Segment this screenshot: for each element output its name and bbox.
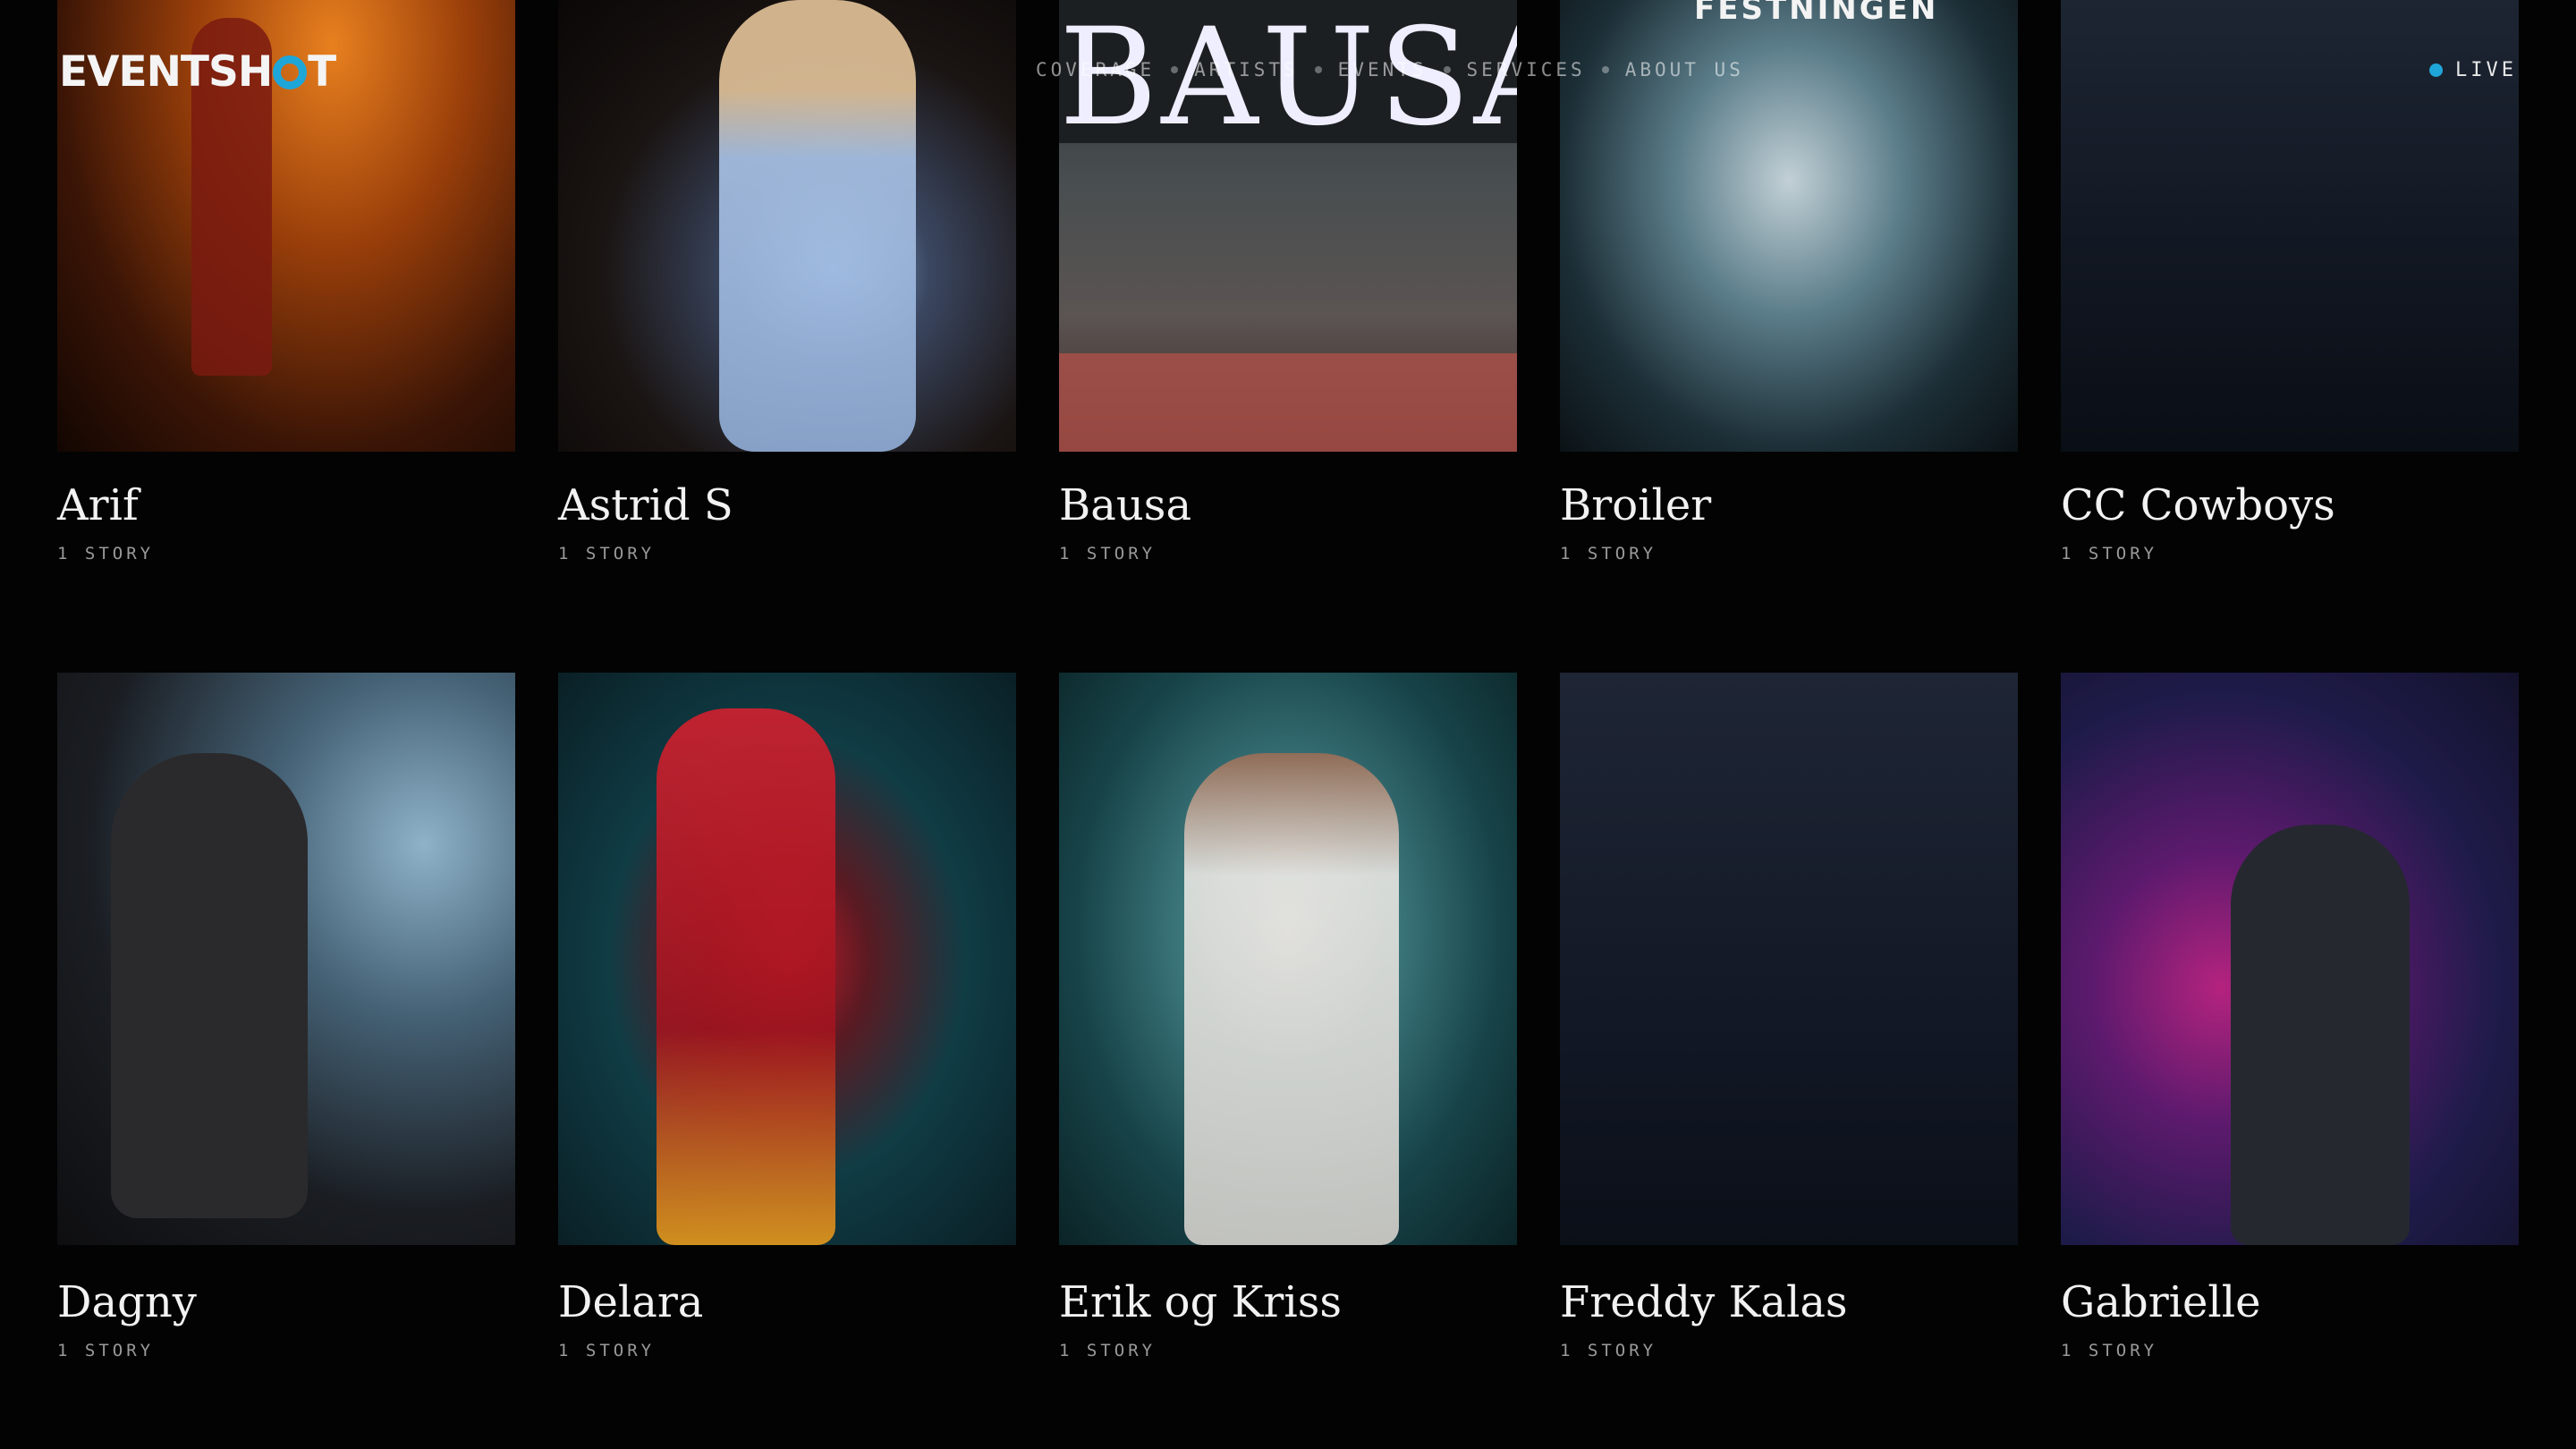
nav-separator	[1314, 66, 1322, 73]
main-nav: COVERAGE ARTISTS EVENTS SERVICES ABOUT U…	[1036, 59, 1744, 80]
logo-text-start: EVENTSH	[59, 47, 273, 97]
artist-card-dagny[interactable]: Dagny 1 STORY	[57, 673, 515, 1360]
stage-floor	[1059, 353, 1517, 452]
live-label: LIVE	[2455, 59, 2517, 81]
story-count: 1 STORY	[1059, 543, 1157, 564]
story-count: 1 STORY	[558, 543, 656, 564]
artist-name: Arif	[57, 480, 139, 530]
nav-artists[interactable]: ARTISTS	[1194, 59, 1299, 80]
artist-name: Delara	[558, 1277, 704, 1327]
performer-silhouette	[111, 753, 308, 1218]
performer-silhouette	[2231, 825, 2410, 1245]
artist-name: Gabrielle	[2061, 1277, 2261, 1327]
artist-name: Erik og Kriss	[1059, 1277, 1342, 1327]
performer-silhouette	[1184, 753, 1399, 1245]
logo-o-mark-icon	[273, 55, 308, 89]
performer-silhouette	[657, 708, 835, 1245]
artist-name: CC Cowboys	[2061, 480, 2335, 530]
live-indicator[interactable]: LIVE	[2429, 59, 2517, 81]
nav-separator	[1443, 66, 1451, 73]
story-count: 1 STORY	[1059, 1340, 1157, 1360]
story-count: 1 STORY	[558, 1340, 656, 1360]
logo-text-end: T	[308, 47, 336, 97]
artist-photo	[1059, 673, 1517, 1245]
artist-name: Dagny	[57, 1277, 197, 1327]
nav-coverage[interactable]: COVERAGE	[1036, 59, 1155, 80]
artist-name: Broiler	[1560, 480, 1712, 530]
story-count: 1 STORY	[1560, 1340, 1657, 1360]
story-count: 1 STORY	[57, 543, 155, 564]
artist-name: Bausa	[1059, 480, 1192, 530]
artist-name: Astrid S	[558, 480, 733, 530]
artist-card-delara[interactable]: Delara 1 STORY	[558, 673, 1016, 1360]
story-count: 1 STORY	[2061, 543, 2158, 564]
site-header: EVENTSH T COVERAGE ARTISTS EVENTS SERVICE…	[0, 0, 2576, 143]
story-count: 1 STORY	[2061, 1340, 2158, 1360]
artist-photo	[57, 673, 515, 1245]
nav-services[interactable]: SERVICES	[1467, 59, 1586, 80]
nav-about-us[interactable]: ABOUT US	[1625, 59, 1744, 80]
eventshoot-logo[interactable]: EVENTSH T	[59, 45, 336, 98]
artist-photo	[558, 673, 1016, 1245]
story-count: 1 STORY	[57, 1340, 155, 1360]
nav-separator	[1601, 66, 1609, 73]
nav-events[interactable]: EVENTS	[1338, 59, 1428, 80]
artist-card-freddy-kalas[interactable]: Freddy Kalas 1 STORY	[1560, 673, 2018, 1360]
story-count: 1 STORY	[1560, 543, 1657, 564]
live-dot-icon	[2429, 64, 2444, 77]
artist-card-gabrielle[interactable]: Gabrielle 1 STORY	[2061, 673, 2519, 1360]
artist-card-erik-og-kriss[interactable]: Erik og Kriss 1 STORY	[1059, 673, 1517, 1360]
artist-name: Freddy Kalas	[1560, 1277, 1848, 1327]
artist-photo	[2061, 673, 2519, 1245]
nav-separator	[1171, 66, 1179, 73]
artist-photo-placeholder	[1560, 673, 2018, 1245]
